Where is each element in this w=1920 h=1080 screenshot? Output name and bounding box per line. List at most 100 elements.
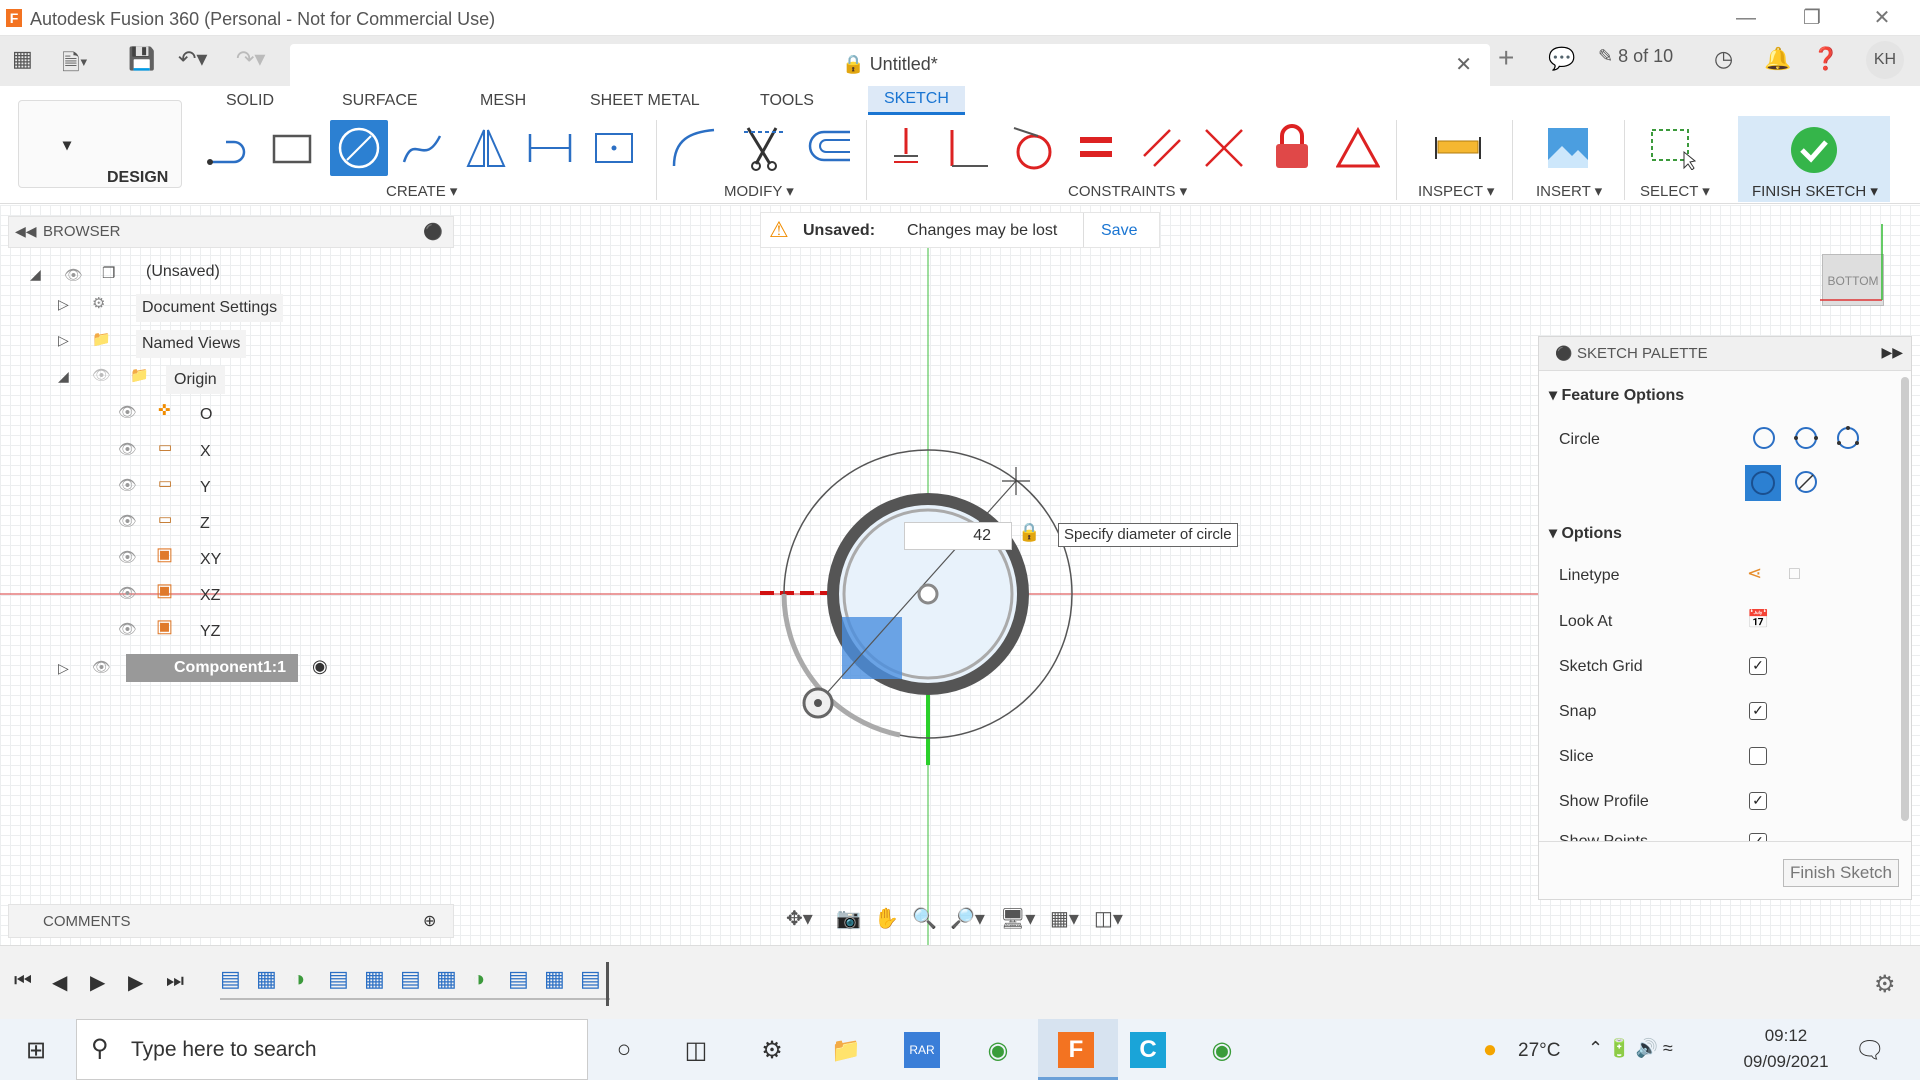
redo-icon[interactable]: ↷▾: [236, 46, 265, 72]
triangle-constraint-icon[interactable]: [1334, 120, 1382, 176]
tree-item-origin-y[interactable]: Y: [200, 474, 211, 502]
go-to-start-icon[interactable]: ⏮: [14, 970, 32, 993]
show-points-checkbox[interactable]: ✓: [1749, 833, 1767, 841]
fit-zoom-icon[interactable]: 🔎▾: [950, 906, 985, 931]
constraints-menu[interactable]: CONSTRAINTS ▾: [1068, 182, 1187, 200]
cortana-circle-icon[interactable]: ○: [606, 1032, 642, 1068]
settings-gear-icon[interactable]: ⚙: [754, 1032, 790, 1068]
feature-options-header[interactable]: ▾ Feature Options: [1549, 385, 1684, 405]
play-icon[interactable]: ▶: [90, 970, 105, 995]
timeline-features[interactable]: ▤ ▦ ◑ ▤ ▦ ▤ ▦ ◑ ▤ ▦ ▤: [220, 966, 610, 1000]
workspace-switcher[interactable]: DESIGN ▾: [18, 100, 182, 188]
look-at-nav-icon[interactable]: 📷: [836, 906, 861, 931]
parallel-constraint-icon[interactable]: [1138, 120, 1186, 176]
comments-panel[interactable]: COMMENTS ⊕: [8, 904, 454, 938]
go-to-end-icon[interactable]: ⏭: [166, 970, 184, 993]
perpendicular-constraint-icon[interactable]: [944, 120, 992, 176]
circle-tool-icon[interactable]: [330, 120, 388, 176]
measure-ruler-icon[interactable]: [1434, 120, 1482, 176]
timeline-settings-gear-icon[interactable]: ⚙: [1874, 970, 1896, 999]
task-view-icon[interactable]: ◫: [678, 1032, 714, 1068]
tab-mesh[interactable]: MESH: [480, 92, 526, 110]
visibility-eye-icon[interactable]: 👁: [118, 620, 137, 638]
mirror-tool-icon[interactable]: [462, 120, 510, 176]
collinear-constraint-icon[interactable]: [1200, 120, 1248, 176]
tree-item-component[interactable]: Component1:1: [126, 654, 298, 682]
timeline-sketch-icon[interactable]: ▤: [220, 966, 250, 994]
palette-finish-sketch-button[interactable]: Finish Sketch: [1782, 859, 1899, 887]
fillet-tool-icon[interactable]: [670, 120, 718, 176]
visibility-eye-icon[interactable]: 👁: [118, 403, 137, 421]
c-app-icon[interactable]: C: [1130, 1032, 1166, 1068]
save-icon[interactable]: 💾: [128, 46, 155, 72]
visibility-eye-icon[interactable]: 👁: [118, 512, 137, 530]
timeline-sketch-icon[interactable]: ▤: [400, 966, 430, 994]
step-back-icon[interactable]: ◀: [52, 970, 67, 995]
visibility-eye-icon[interactable]: 👁: [118, 440, 137, 458]
three-point-circle-icon[interactable]: [1833, 423, 1863, 453]
fix-lock-constraint-icon[interactable]: [1268, 120, 1316, 176]
tree-item-origin-xy[interactable]: XY: [200, 546, 221, 574]
select-window-icon[interactable]: [1648, 120, 1696, 176]
look-at-icon[interactable]: 📅: [1747, 609, 1769, 630]
add-comment-icon[interactable]: ⊕: [423, 911, 436, 931]
help-icon[interactable]: ❓: [1812, 46, 1839, 72]
tree-item-named-views[interactable]: Named Views: [136, 330, 247, 358]
fusion-360-icon[interactable]: F: [1058, 1032, 1094, 1068]
center-diameter-circle-icon[interactable]: [1749, 423, 1779, 453]
offset-tool-icon[interactable]: [804, 120, 852, 176]
tree-item-origin[interactable]: Origin: [166, 366, 225, 394]
timeline-extrude-icon[interactable]: ▦: [544, 966, 574, 994]
timeline-extrude-icon[interactable]: ▦: [436, 966, 466, 994]
create-menu[interactable]: CREATE ▾: [386, 182, 457, 200]
chrome-icon[interactable]: ◉: [980, 1032, 1016, 1068]
clock-icon[interactable]: ◷: [1714, 46, 1733, 72]
browser-minimize-icon[interactable]: ⚫: [423, 222, 443, 242]
chrome-icon-2[interactable]: ◉: [1204, 1032, 1240, 1068]
undo-icon[interactable]: ↶▾: [178, 46, 207, 72]
display-settings-icon[interactable]: 🖥▾: [1000, 906, 1035, 931]
equal-constraint-icon[interactable]: [1072, 120, 1120, 176]
tree-item-origin-yz[interactable]: YZ: [200, 618, 220, 646]
visibility-eye-icon[interactable]: 👁: [118, 584, 137, 602]
tab-surface[interactable]: SURFACE: [342, 92, 418, 110]
browser-panel-header[interactable]: ◀◀ BROWSER ⚫: [8, 216, 454, 248]
trim-tool-icon[interactable]: [740, 120, 788, 176]
construction-linetype-icon[interactable]: ⋖: [1747, 563, 1762, 584]
system-tray-icons[interactable]: ⌃ 🔋 🔊 ≈: [1588, 1038, 1673, 1059]
tree-root-unsaved[interactable]: (Unsaved): [146, 258, 220, 286]
palette-expand-icon[interactable]: ▶▶: [1881, 344, 1903, 361]
tangent-constraint-icon[interactable]: [1008, 120, 1056, 176]
tab-sketch[interactable]: SKETCH: [868, 86, 965, 115]
step-forward-icon[interactable]: ▶: [128, 970, 143, 995]
user-avatar[interactable]: KH: [1866, 41, 1904, 79]
clock-date[interactable]: 09/09/2021: [1726, 1052, 1846, 1072]
palette-minimize-icon[interactable]: ⚫: [1555, 345, 1572, 362]
orbit-icon[interactable]: ✥▾: [786, 906, 813, 931]
timeline-sketch-icon[interactable]: ▤: [328, 966, 358, 994]
two-point-circle-icon[interactable]: [1791, 423, 1821, 453]
palette-scrollbar[interactable]: [1901, 377, 1909, 821]
pan-hand-icon[interactable]: ✋: [874, 906, 899, 931]
tree-item-origin-xz[interactable]: XZ: [200, 582, 220, 610]
zoom-icon[interactable]: 🔍: [912, 906, 937, 931]
data-panel-grid-icon[interactable]: ▦: [12, 46, 33, 72]
tree-expand-icon[interactable]: ▷: [58, 296, 69, 313]
timeline-fillet-icon[interactable]: ◑: [472, 966, 502, 994]
coincident-constraint-icon[interactable]: [882, 120, 930, 176]
sketch-grid-checkbox[interactable]: ✓: [1749, 657, 1767, 675]
point-tool-icon[interactable]: [590, 120, 638, 176]
diameter-input[interactable]: 42: [904, 522, 1012, 550]
new-tab-plus-icon[interactable]: +: [1498, 42, 1514, 74]
tab-sheet-metal[interactable]: SHEET METAL: [590, 92, 700, 110]
visibility-eye-icon[interactable]: 👁: [64, 266, 83, 284]
timeline-marker[interactable]: [606, 962, 609, 1006]
clock-time[interactable]: 09:12: [1736, 1026, 1836, 1046]
tree-expand-icon[interactable]: ▷: [58, 332, 69, 349]
save-link[interactable]: Save: [1101, 222, 1137, 240]
snap-checkbox[interactable]: ✓: [1749, 702, 1767, 720]
visibility-eye-icon[interactable]: 👁: [92, 658, 111, 676]
close-tab-icon[interactable]: ✕: [1455, 52, 1472, 77]
tree-item-origin-z[interactable]: Z: [200, 510, 210, 538]
document-tab[interactable]: 🔒 Untitled* ✕: [290, 44, 1490, 86]
